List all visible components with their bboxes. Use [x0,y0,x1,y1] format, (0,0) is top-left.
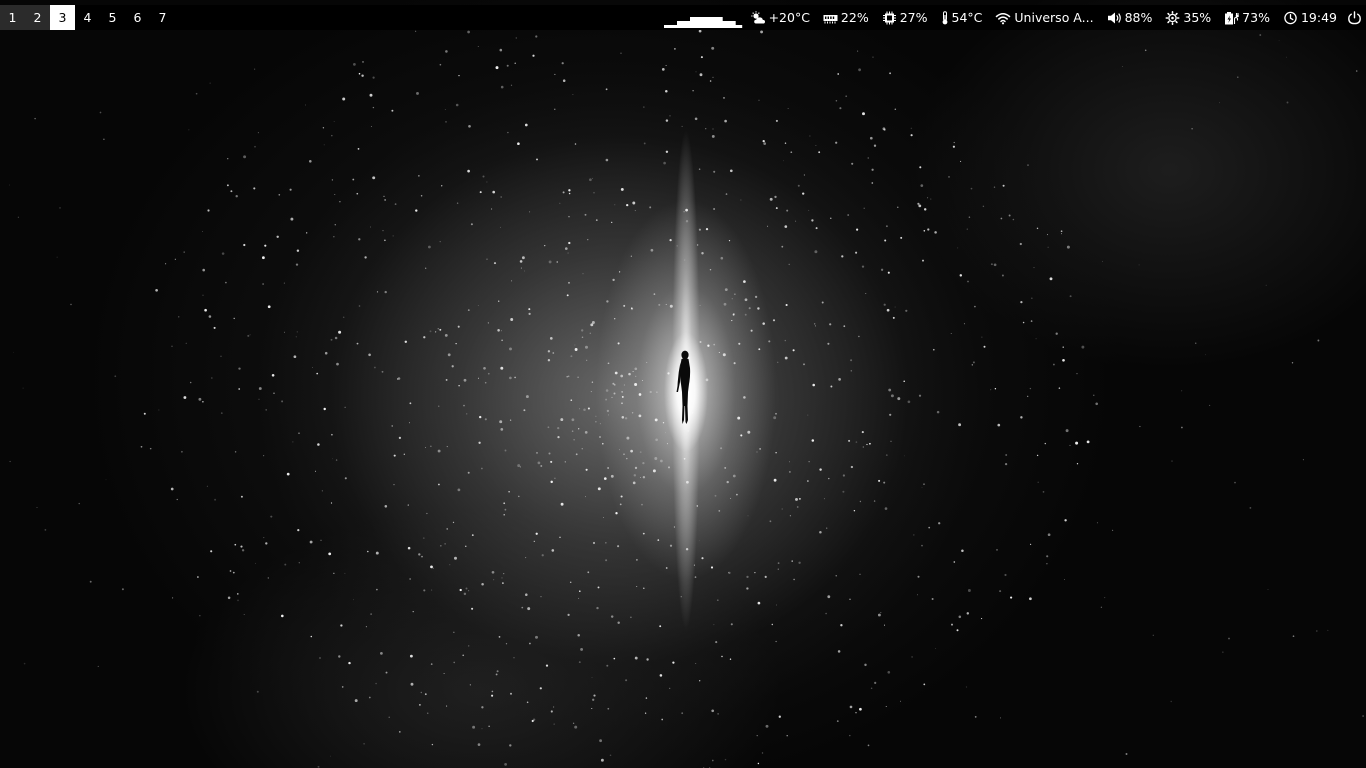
clock-time: 19:49 [1300,10,1337,25]
volume-level: 88% [1124,10,1153,25]
activity-graph-bar [735,25,743,28]
floating-figure-silhouette [676,350,691,424]
clock-icon [1283,11,1298,25]
temperature-module[interactable]: 54°C [941,5,983,30]
activity-graph-bar [722,21,730,28]
activity-graph-bar [709,17,717,28]
brightness-icon [1165,10,1180,25]
workspace-1-button[interactable]: 1 [0,5,25,30]
thermometer-icon [941,10,949,25]
volume-module[interactable]: 88% [1107,5,1153,30]
workspace-6-button[interactable]: 6 [125,5,150,30]
activity-graph-bar [696,17,704,28]
wifi-ssid: Universo A... [1014,10,1094,25]
workspace-2-button[interactable]: 2 [25,5,50,30]
desktop-wallpaper: 1234567 +20°C 22% 27% 54°C Universo A...… [0,0,1366,768]
weather-module[interactable]: +20°C [750,5,810,30]
workspace-7-button[interactable]: 7 [150,5,175,30]
activity-graph-bar [677,21,684,28]
workspace-5-button[interactable]: 5 [100,5,125,30]
power-button[interactable] [1347,5,1362,30]
memory-module[interactable]: 22% [823,5,869,30]
wifi-icon [995,11,1011,25]
clock-module[interactable]: 19:49 [1283,5,1337,30]
battery-charging-icon [1224,11,1239,25]
workspace-3-button[interactable]: 3 [50,5,75,30]
battery-level: 73% [1242,10,1270,25]
workspace-switcher: 1234567 [0,5,175,30]
cpu-usage: 27% [899,10,928,25]
weather-partly-cloudy-icon [750,10,766,25]
cpu-icon [882,11,897,25]
cpu-temperature: 54°C [951,10,983,25]
status-modules: +20°C 22% 27% 54°C Universo A... 88% 35%… [750,5,1366,30]
power-icon [1347,10,1362,25]
activity-graph-bar [670,25,678,28]
battery-module[interactable]: 73% [1224,5,1270,30]
memory-usage: 22% [840,10,869,25]
activity-graph-bar [729,21,736,28]
cpu-module[interactable]: 27% [882,5,928,30]
brightness-level: 35% [1183,10,1212,25]
volume-icon [1107,11,1122,25]
status-bar: 1234567 +20°C 22% 27% 54°C Universo A...… [0,5,1366,30]
activity-graph-icon [664,17,743,28]
network-module[interactable]: Universo A... [995,5,1094,30]
activity-graph-bar [703,17,710,28]
activity-graph-bar [664,25,671,28]
activity-graph-bar [690,17,697,28]
workspace-4-button[interactable]: 4 [75,5,100,30]
weather-temperature: +20°C [768,10,810,25]
activity-graph-bar [683,21,691,28]
activity-graph-bar [716,17,723,28]
brightness-module[interactable]: 35% [1165,5,1211,30]
memory-icon [823,11,838,25]
